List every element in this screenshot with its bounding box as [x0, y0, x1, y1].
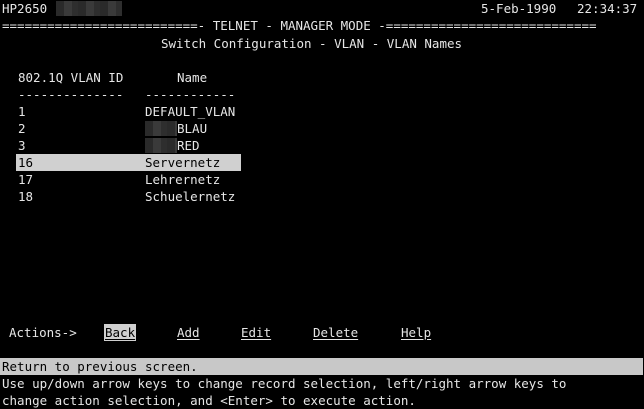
page-title: Switch Configuration - VLAN - VLAN Names	[161, 36, 463, 51]
help-text-line-2: change action selection, and <Enter> to …	[2, 393, 416, 408]
vlan-id-cell: 17	[18, 172, 34, 187]
table-row[interactable]: 18 Schuelernetz	[18, 188, 242, 256]
table-row-selected[interactable]: 16 Servernetz	[16, 154, 241, 171]
hostname: HP2650	[2, 1, 48, 16]
vlan-name-cell: Schuelernetz	[145, 189, 236, 204]
vlan-name-cell: DEFAULT_VLAN	[145, 104, 236, 119]
column-separator-name: ------------	[145, 87, 236, 102]
help-action[interactable]: Help	[401, 324, 431, 341]
column-header-name: Name	[177, 70, 208, 85]
redacted-name-prefix	[145, 138, 177, 153]
edit-action[interactable]: Edit	[241, 324, 271, 341]
back-action[interactable]: Back	[104, 324, 137, 341]
date: 5-Feb-1990	[481, 1, 557, 16]
vlan-name-cell: RED	[177, 138, 200, 153]
vlan-name-cell: BLAU	[177, 121, 208, 136]
actions-label: Actions->	[9, 325, 77, 340]
status-message: Return to previous screen.	[0, 358, 643, 375]
vlan-id-cell: 18	[18, 189, 34, 204]
time: 22:34:37	[577, 1, 638, 16]
redacted-hostname-suffix	[56, 1, 122, 16]
vlan-id-cell: 16	[18, 155, 34, 170]
vlan-id-cell: 3	[18, 138, 26, 153]
vlan-id-cell: 2	[18, 121, 26, 136]
add-action[interactable]: Add	[177, 324, 200, 341]
help-text-line-1: Use up/down arrow keys to change record …	[2, 376, 567, 391]
vlan-id-cell: 1	[18, 104, 26, 119]
column-separator-vlan-id: --------------	[18, 87, 124, 102]
vlan-name-cell: Lehrernetz	[145, 172, 221, 187]
column-header-vlan-id: 802.1Q VLAN ID	[18, 70, 124, 85]
delete-action[interactable]: Delete	[313, 324, 358, 341]
vlan-name-cell: Servernetz	[145, 155, 221, 170]
mode-banner: ==========================- TELNET - MAN…	[2, 18, 597, 33]
redacted-name-prefix	[145, 121, 177, 136]
